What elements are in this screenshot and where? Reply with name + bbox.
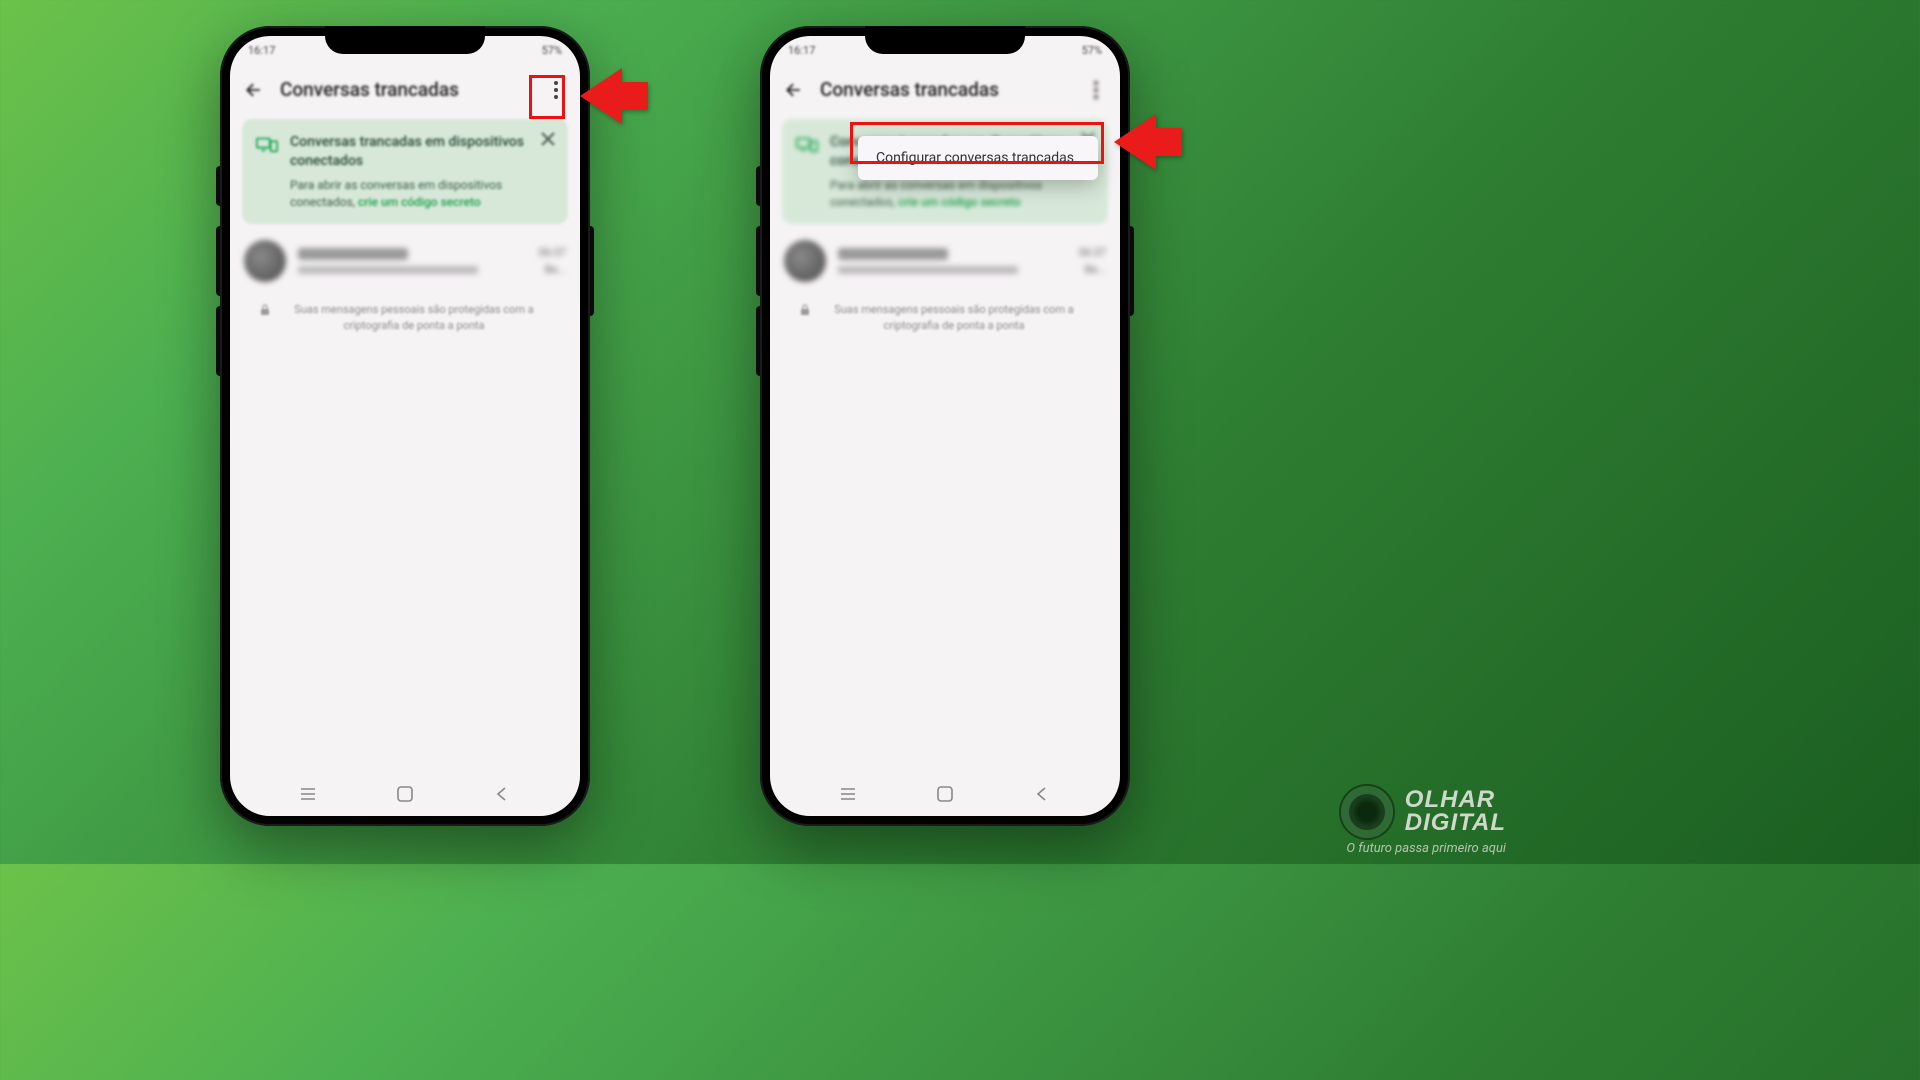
phone-notch (865, 26, 1025, 54)
lock-icon (260, 304, 270, 316)
phone-mockup-left: 16:17 57% Conversas trancadas Conversas … (220, 26, 590, 826)
chat-preview (298, 266, 478, 274)
brand-ring-icon (1341, 786, 1393, 838)
nav-back-icon[interactable] (491, 783, 513, 805)
info-card: Conversas trancadas em dispositivos cone… (242, 119, 568, 224)
nav-recents-icon[interactable] (837, 783, 859, 805)
status-time: 16:17 (788, 44, 815, 68)
create-secret-code-link[interactable]: crie um código secreto (358, 195, 481, 209)
nav-home-icon[interactable] (934, 783, 956, 805)
close-icon[interactable] (540, 131, 556, 147)
avatar (244, 240, 286, 282)
system-navbar (770, 776, 1120, 816)
menu-item-configure-locked-chats[interactable]: Configurar conversas trancadas (876, 150, 1080, 166)
encryption-text: Suas mensagens pessoais são protegidas c… (278, 302, 550, 333)
devices-icon (796, 135, 818, 153)
nav-home-icon[interactable] (394, 783, 416, 805)
info-card-description: Para abrir as conversas em dispositivos … (830, 177, 1068, 211)
brand-tagline: O futuro passa primeiro aqui (1346, 841, 1506, 856)
more-menu-icon[interactable] (546, 80, 566, 100)
chat-preview (838, 266, 1018, 274)
page-title: Conversas trancadas (820, 78, 1070, 101)
info-card-description: Para abrir as conversas em dispositivos … (290, 177, 528, 211)
phone-mockup-right: 16:17 57% Conversas trancadas Conversas … (760, 26, 1130, 826)
brand-logo: OLHAR DIGITAL (1341, 786, 1506, 838)
encryption-notice: Suas mensagens pessoais são protegidas c… (800, 302, 1090, 333)
status-battery: 57% (542, 44, 562, 68)
phone-notch (325, 26, 485, 54)
chat-time: 06:37 (539, 246, 566, 259)
status-battery: 57% (1082, 44, 1102, 68)
brand-line2: DIGITAL (1405, 812, 1506, 835)
back-icon[interactable] (784, 80, 804, 100)
chat-suffix: Be... (539, 263, 566, 276)
phone-screen-left: 16:17 57% Conversas trancadas Conversas … (230, 36, 580, 816)
devices-icon (256, 135, 278, 153)
create-secret-code-link[interactable]: crie um código secreto (898, 195, 1021, 209)
page-title: Conversas trancadas (280, 78, 530, 101)
chat-time: 06:37 (1079, 246, 1106, 259)
status-time: 16:17 (248, 44, 275, 68)
info-card-title: Conversas trancadas em dispositivos cone… (290, 133, 528, 171)
lock-icon (800, 304, 810, 316)
back-icon[interactable] (244, 80, 264, 100)
chat-suffix: Be... (1079, 263, 1106, 276)
encryption-text: Suas mensagens pessoais são protegidas c… (818, 302, 1090, 333)
system-navbar (230, 776, 580, 816)
chat-name (298, 248, 408, 260)
phone-screen-right: 16:17 57% Conversas trancadas Conversas … (770, 36, 1120, 816)
chat-row[interactable]: 06:37 Be... (230, 228, 580, 294)
avatar (784, 240, 826, 282)
encryption-notice: Suas mensagens pessoais são protegidas c… (260, 302, 550, 333)
app-header: Conversas trancadas (770, 68, 1120, 115)
chat-row[interactable]: 06:37 Be... (770, 228, 1120, 294)
more-menu-icon[interactable] (1086, 80, 1106, 100)
app-header: Conversas trancadas (230, 68, 580, 115)
nav-back-icon[interactable] (1031, 783, 1053, 805)
nav-recents-icon[interactable] (297, 783, 319, 805)
dropdown-menu: Configurar conversas trancadas (858, 136, 1098, 180)
chat-name (838, 248, 948, 260)
